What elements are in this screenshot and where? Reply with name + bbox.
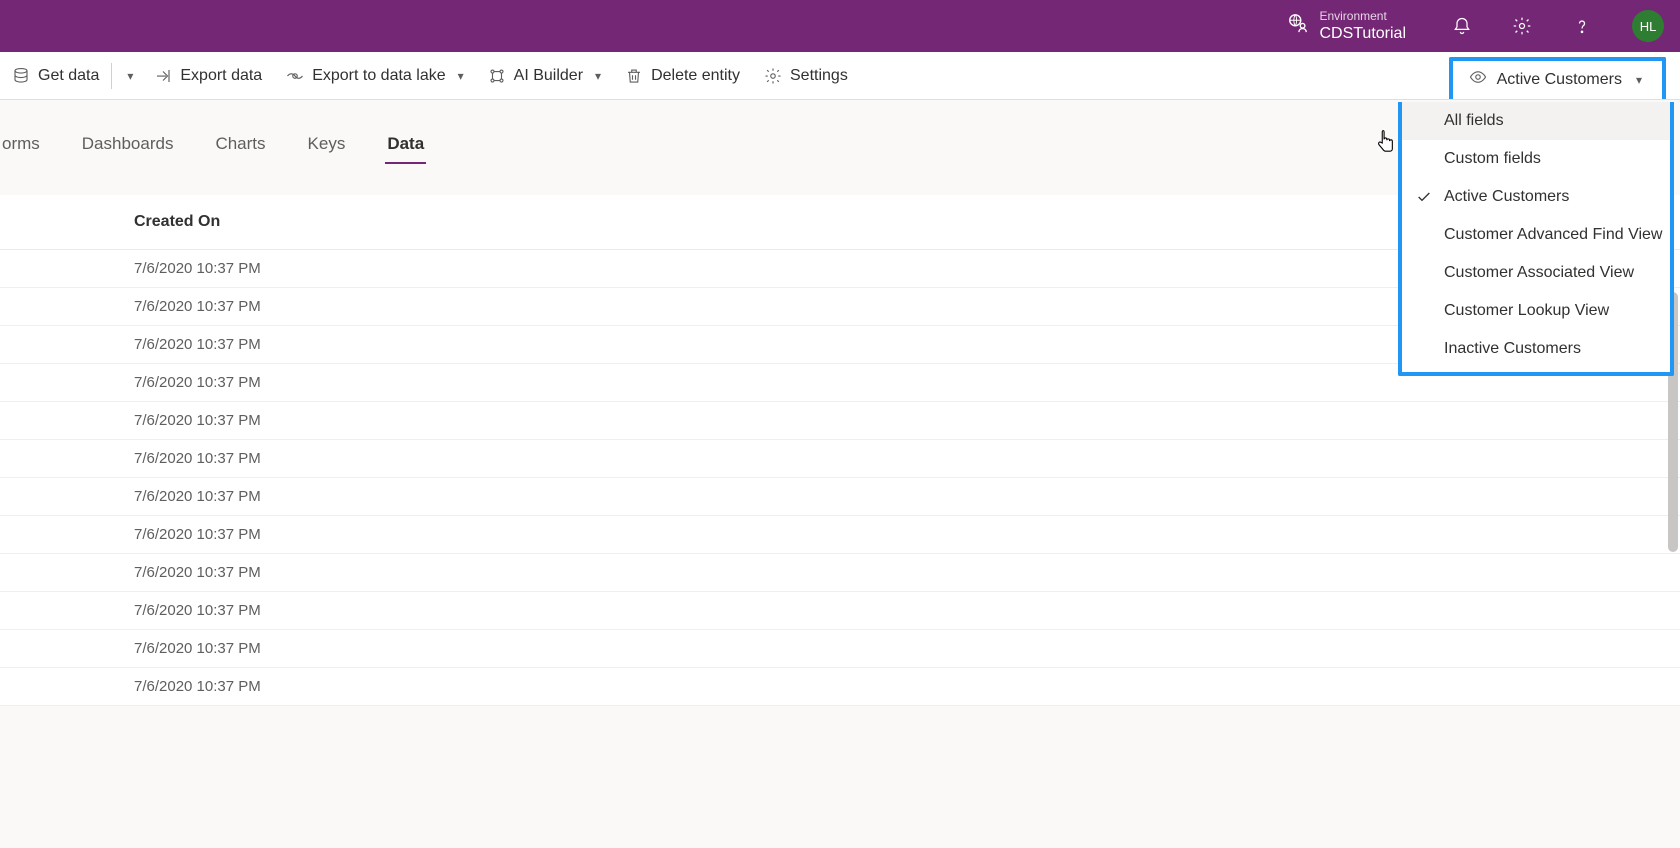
- export-data-lake-label: Export to data lake: [312, 67, 445, 85]
- eye-icon: [1469, 68, 1487, 91]
- table-row[interactable]: 7/6/2020 10:37 PM: [0, 516, 1680, 554]
- table-row[interactable]: 7/6/2020 10:37 PM: [0, 592, 1680, 630]
- app-header: Environment CDSTutorial HL: [0, 0, 1680, 52]
- table-row[interactable]: 7/6/2020 10:37 PM: [0, 630, 1680, 668]
- environment-indicator[interactable]: Environment CDSTutorial: [1287, 9, 1406, 43]
- tab-forms[interactable]: orms: [0, 128, 42, 166]
- divider: [111, 63, 112, 89]
- get-data-label: Get data: [38, 67, 99, 85]
- command-bar: Get data ▾ Export data Export to data la…: [0, 52, 1680, 100]
- ai-builder-button[interactable]: AI Builder ▾: [476, 52, 613, 99]
- environment-name: CDSTutorial: [1319, 24, 1406, 43]
- tab-dashboards[interactable]: Dashboards: [80, 128, 176, 166]
- globe-people-icon: [1287, 12, 1309, 39]
- chevron-down-icon: ▾: [458, 69, 464, 83]
- ai-builder-label: AI Builder: [514, 67, 583, 85]
- view-option[interactable]: Custom fields: [1402, 140, 1670, 178]
- view-switcher-label: Active Customers: [1497, 71, 1622, 89]
- chevron-down-icon: ▾: [127, 69, 133, 83]
- command-settings-button[interactable]: Settings: [752, 52, 860, 99]
- view-option-label: Customer Lookup View: [1444, 302, 1609, 320]
- database-icon: [12, 67, 30, 85]
- view-option-label: Customer Associated View: [1444, 264, 1634, 282]
- command-settings-label: Settings: [790, 67, 848, 85]
- notifications-button[interactable]: [1446, 10, 1478, 42]
- delete-entity-button[interactable]: Delete entity: [613, 52, 752, 99]
- view-switcher-button[interactable]: Active Customers ▾: [1449, 57, 1666, 99]
- view-option-label: Inactive Customers: [1444, 340, 1581, 358]
- environment-label: Environment: [1319, 9, 1406, 23]
- chevron-down-icon: ▾: [1636, 73, 1642, 87]
- get-data-button[interactable]: Get data: [0, 52, 111, 99]
- table-row[interactable]: 7/6/2020 10:37 PM: [0, 440, 1680, 478]
- table-row[interactable]: 7/6/2020 10:37 PM: [0, 402, 1680, 440]
- delete-entity-label: Delete entity: [651, 67, 740, 85]
- table-row[interactable]: 7/6/2020 10:37 PM: [0, 668, 1680, 706]
- tab-charts[interactable]: Charts: [213, 128, 267, 166]
- view-option-label: Customer Advanced Find View: [1444, 226, 1662, 244]
- table-row[interactable]: 7/6/2020 10:37 PM: [0, 478, 1680, 516]
- export-icon: [154, 67, 172, 85]
- view-option-label: Custom fields: [1444, 150, 1541, 168]
- tab-data[interactable]: Data: [385, 128, 426, 166]
- data-lake-icon: [286, 67, 304, 85]
- view-switcher-dropdown: All fields Custom fields Active Customers C…: [1398, 102, 1674, 376]
- get-data-dropdown[interactable]: ▾: [114, 52, 142, 99]
- trash-icon: [625, 67, 643, 85]
- chevron-down-icon: ▾: [595, 69, 601, 83]
- export-data-lake-button[interactable]: Export to data lake ▾: [274, 52, 475, 99]
- tab-keys[interactable]: Keys: [306, 128, 348, 166]
- view-option-label: All fields: [1444, 112, 1504, 130]
- help-button[interactable]: [1566, 10, 1598, 42]
- view-option[interactable]: Inactive Customers: [1402, 330, 1670, 368]
- view-option[interactable]: Customer Lookup View: [1402, 292, 1670, 330]
- header-actions: HL: [1446, 10, 1664, 42]
- ai-builder-icon: [488, 67, 506, 85]
- user-avatar[interactable]: HL: [1632, 10, 1664, 42]
- settings-button[interactable]: [1506, 10, 1538, 42]
- view-option-label: Active Customers: [1444, 188, 1569, 206]
- gear-icon: [764, 67, 782, 85]
- view-option[interactable]: Customer Associated View: [1402, 254, 1670, 292]
- view-option[interactable]: Customer Advanced Find View: [1402, 216, 1670, 254]
- export-data-label: Export data: [180, 67, 262, 85]
- table-row[interactable]: 7/6/2020 10:37 PM: [0, 554, 1680, 592]
- export-data-button[interactable]: Export data: [142, 52, 274, 99]
- check-icon: [1416, 189, 1432, 205]
- view-option[interactable]: Active Customers: [1402, 178, 1670, 216]
- view-option[interactable]: All fields: [1402, 102, 1670, 140]
